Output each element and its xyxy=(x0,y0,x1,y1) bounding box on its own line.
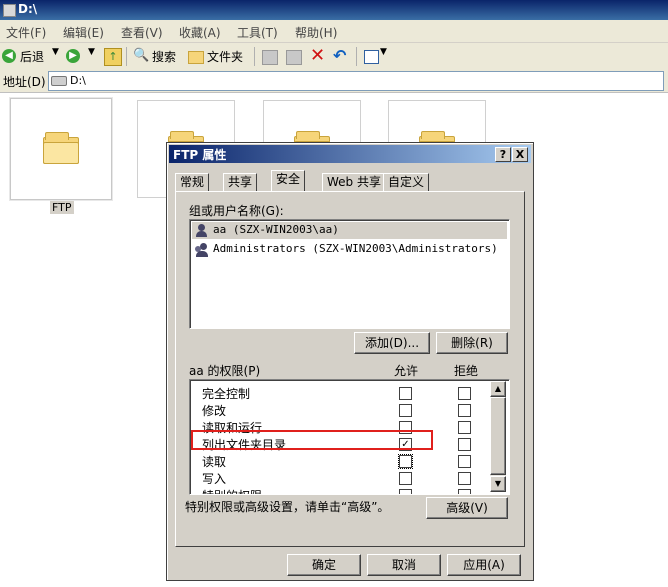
folders-icon xyxy=(188,51,204,64)
highlight-box xyxy=(191,430,433,450)
menu-view[interactable]: 查看(V) xyxy=(121,24,163,41)
user-list-item-aa[interactable]: aa (SZX-WIN2003\aa) xyxy=(192,222,507,239)
deny-checkbox-special[interactable] xyxy=(458,489,471,494)
undo-icon[interactable]: ↶ xyxy=(333,46,346,65)
dialog-title-bar[interactable]: FTP 属性 ? X xyxy=(169,145,531,163)
permission-special: 特别的权限 xyxy=(202,487,262,494)
folder-item-ftp[interactable] xyxy=(10,98,112,200)
permission-full-control: 完全控制 xyxy=(202,387,251,401)
group-icon xyxy=(195,243,209,257)
address-value: D:\ xyxy=(70,74,86,87)
permissions-scrollbar[interactable]: ▲ ▼ xyxy=(490,381,506,492)
copy-to-icon[interactable] xyxy=(286,50,302,65)
tab-security[interactable]: 安全 xyxy=(271,170,306,191)
move-to-icon[interactable] xyxy=(262,50,278,65)
menu-favorites[interactable]: 收藏(A) xyxy=(179,24,221,41)
views-icon[interactable] xyxy=(364,50,379,64)
address-label: 地址(D) xyxy=(3,75,46,89)
permissions-label: aa 的权限(P) xyxy=(189,364,261,378)
user-icon xyxy=(195,224,209,238)
scroll-up-icon[interactable]: ▲ xyxy=(490,381,506,397)
apply-button[interactable]: 应用(A) xyxy=(447,554,521,576)
deny-checkbox-modify[interactable] xyxy=(458,404,471,417)
menu-help[interactable]: 帮助(H) xyxy=(295,24,337,41)
views-dropdown-icon[interactable]: ▼ xyxy=(380,47,387,57)
forward-arrow-icon[interactable]: ▶ xyxy=(66,49,80,63)
delete-icon[interactable]: ✕ xyxy=(310,45,325,66)
deny-checkbox-full-control[interactable] xyxy=(458,387,471,400)
allow-checkbox-full-control[interactable] xyxy=(399,387,412,400)
back-dropdown-icon[interactable]: ▼ xyxy=(52,47,59,57)
tab-sharing[interactable]: 共享 xyxy=(223,173,258,192)
permission-modify: 修改 xyxy=(202,404,227,418)
dialog-title: FTP 属性 xyxy=(173,148,227,162)
cancel-button[interactable]: 取消 xyxy=(367,554,441,576)
back-button[interactable]: 后退 xyxy=(20,48,44,65)
users-list: aa (SZX-WIN2003\aa) Administrators (SZX-… xyxy=(189,219,510,329)
menu-file[interactable]: 文件(F) xyxy=(6,24,46,41)
remove-button[interactable]: 删除(R) xyxy=(436,332,508,354)
deny-checkbox-read-execute[interactable] xyxy=(458,421,471,434)
deny-checkbox-read[interactable] xyxy=(458,455,471,468)
scroll-down-icon[interactable]: ▼ xyxy=(490,476,506,492)
deny-checkbox-list-folder[interactable] xyxy=(458,438,471,451)
folder-label-ftp: FTP xyxy=(50,201,74,214)
tab-custom[interactable]: 自定义 xyxy=(383,173,430,192)
menu-edit[interactable]: 编辑(E) xyxy=(63,24,104,41)
user-list-item-administrators[interactable]: Administrators (SZX-WIN2003\Administrato… xyxy=(192,241,507,258)
window-title-bar[interactable]: D:\ xyxy=(0,0,668,20)
deny-checkbox-write[interactable] xyxy=(458,472,471,485)
advanced-hint: 特别权限或高级设置，请单击“高级”。 xyxy=(185,500,390,514)
allow-checkbox-special[interactable] xyxy=(399,489,412,494)
allow-checkbox-modify[interactable] xyxy=(399,404,412,417)
folder-icon xyxy=(43,132,79,164)
toolbar: ◀ 后退 ▼ ▶ ▼ ↑ 🔍 搜索 文件夹 ✕ ↶ ▼ xyxy=(0,43,668,71)
toolbar-separator xyxy=(126,47,127,66)
allow-checkbox-write[interactable] xyxy=(399,472,412,485)
toolbar-separator xyxy=(254,47,255,66)
menu-bar: 文件(F) 编辑(E) 查看(V) 收藏(A) 工具(T) 帮助(H) xyxy=(0,20,668,43)
user-name: aa (SZX-WIN2003\aa) xyxy=(213,223,339,236)
tab-general[interactable]: 常规 xyxy=(175,173,210,192)
up-folder-icon[interactable]: ↑ xyxy=(104,48,122,66)
help-button[interactable]: ? xyxy=(495,147,511,162)
search-button[interactable]: 搜索 xyxy=(152,48,176,65)
advanced-button[interactable]: 高级(V) xyxy=(426,497,508,519)
add-button[interactable]: 添加(D)... xyxy=(354,332,430,354)
forward-dropdown-icon[interactable]: ▼ xyxy=(88,47,95,57)
allow-checkbox-read[interactable] xyxy=(398,454,413,469)
address-input[interactable]: D:\ xyxy=(48,71,664,91)
close-button[interactable]: X xyxy=(512,147,528,162)
folders-button[interactable]: 文件夹 xyxy=(207,48,243,65)
user-name: Administrators (SZX-WIN2003\Administrato… xyxy=(213,242,498,255)
back-arrow-icon[interactable]: ◀ xyxy=(2,49,16,63)
permission-write: 写入 xyxy=(202,472,227,486)
deny-header: 拒绝 xyxy=(454,364,479,378)
search-icon: 🔍 xyxy=(133,48,150,63)
address-bar: 地址(D) D:\ xyxy=(0,70,668,93)
toolbar-separator xyxy=(356,47,357,66)
ok-button[interactable]: 确定 xyxy=(287,554,361,576)
tab-web-sharing[interactable]: Web 共享 xyxy=(322,173,386,192)
allow-header: 允许 xyxy=(394,364,419,378)
window-title: D:\ xyxy=(18,2,38,16)
scroll-thumb[interactable] xyxy=(490,397,506,475)
permission-read: 读取 xyxy=(202,455,227,469)
group-users-label: 组或用户名称(G): xyxy=(189,204,284,218)
properties-dialog: FTP 属性 ? X 常规 共享 安全 Web 共享 自定义 组或用户名称(G)… xyxy=(166,142,534,581)
menu-tools[interactable]: 工具(T) xyxy=(237,24,278,41)
drive-icon xyxy=(51,76,67,86)
security-tab-panel: 组或用户名称(G): aa (SZX-WIN2003\aa) Administr… xyxy=(175,191,525,547)
drive-icon xyxy=(3,4,16,17)
